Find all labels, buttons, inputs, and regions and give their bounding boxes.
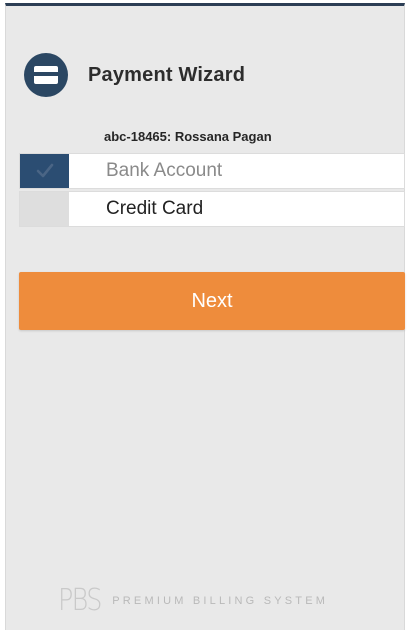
checkbox-empty-icon bbox=[20, 192, 69, 226]
footer-branding: PBS PREMIUM BILLING SYSTEM bbox=[58, 586, 328, 616]
option-bank-account[interactable]: Bank Account bbox=[19, 153, 405, 189]
option-credit-card[interactable]: Credit Card bbox=[19, 191, 405, 227]
credit-card-icon bbox=[24, 53, 68, 97]
option-label: Credit Card bbox=[106, 198, 204, 219]
pbs-logo: PBS bbox=[58, 583, 102, 618]
next-button[interactable]: Next bbox=[19, 272, 405, 330]
page-title: Payment Wizard bbox=[88, 63, 246, 86]
footer-tagline: PREMIUM BILLING SYSTEM bbox=[112, 595, 329, 607]
wizard-header: Payment Wizard bbox=[24, 53, 245, 97]
payment-method-list: Bank Account Credit Card bbox=[19, 153, 405, 229]
option-label: Bank Account bbox=[106, 160, 223, 181]
checkmark-icon bbox=[20, 154, 69, 188]
payment-wizard-screen: Payment Wizard abc-18465: Rossana Pagan … bbox=[5, 3, 405, 630]
account-label: abc-18465: Rossana Pagan bbox=[104, 129, 272, 144]
